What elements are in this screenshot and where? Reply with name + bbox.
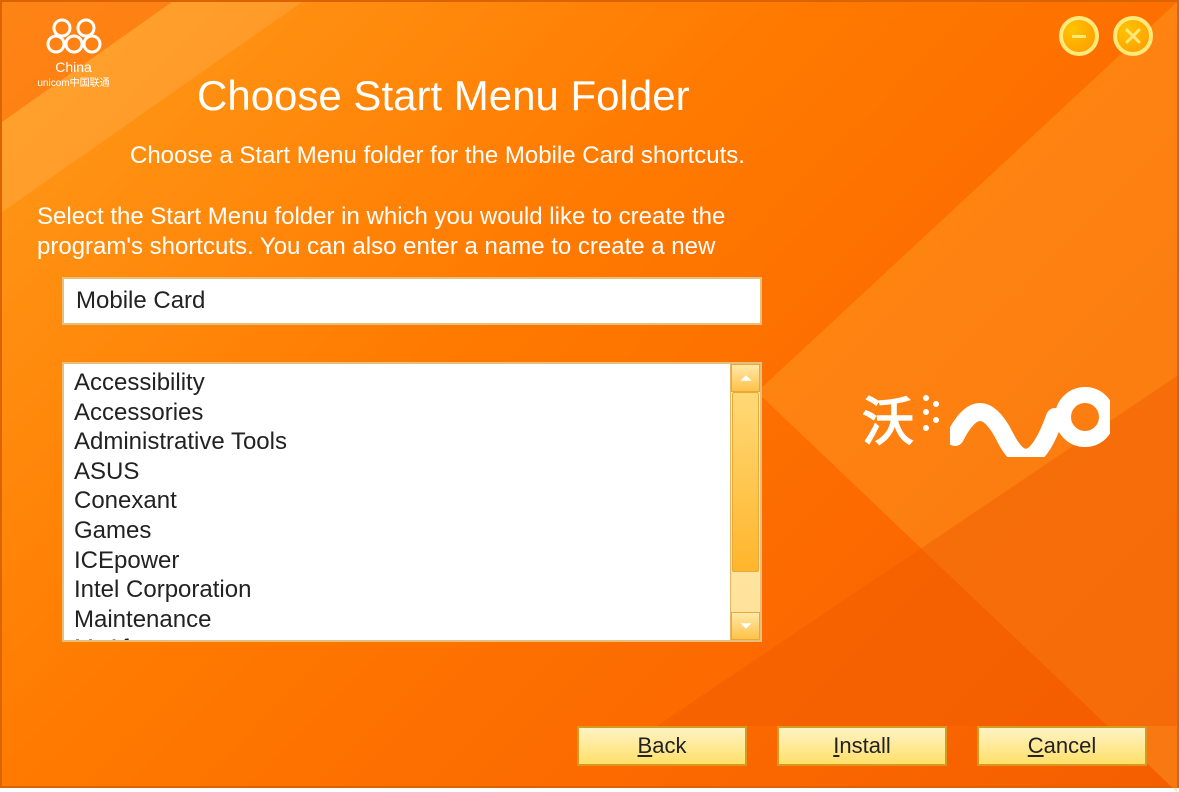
page-subtitle: Choose a Start Menu folder for the Mobil…	[130, 142, 745, 170]
list-item[interactable]: Administrative Tools	[72, 427, 722, 457]
page-title: Choose Start Menu Folder	[197, 72, 690, 120]
folder-list-inner[interactable]: AccessibilityAccessoriesAdministrative T…	[64, 364, 730, 640]
cancel-button[interactable]: Cancel	[977, 726, 1147, 766]
page-instruction: Select the Start Menu folder in which yo…	[37, 202, 737, 262]
installer-window: China unicom中国联通 Choose Start Menu Folde…	[0, 0, 1179, 788]
brand-logo: China unicom中国联通	[16, 14, 131, 89]
wo-logo: 沃	[862, 357, 1122, 477]
close-icon	[1123, 26, 1143, 46]
scroll-track[interactable]	[731, 392, 760, 612]
scrollbar	[730, 364, 760, 640]
wo-dots-icon	[920, 390, 942, 444]
back-button[interactable]: Back	[577, 726, 747, 766]
list-item[interactable]: Accessibility	[72, 368, 722, 398]
wo-character: 沃	[862, 380, 912, 455]
list-item[interactable]: ASUS	[72, 457, 722, 487]
scroll-down-button[interactable]	[731, 612, 760, 640]
folder-name-input[interactable]	[62, 277, 762, 325]
chevron-down-icon	[739, 619, 753, 633]
folder-list: AccessibilityAccessoriesAdministrative T…	[62, 362, 762, 642]
chevron-up-icon	[739, 371, 753, 385]
list-item[interactable]: Maintenance	[72, 605, 722, 635]
scroll-up-button[interactable]	[731, 364, 760, 392]
list-item[interactable]: ICEpower	[72, 546, 722, 576]
close-button[interactable]	[1113, 16, 1153, 56]
cancel-label: ancel	[1044, 733, 1097, 758]
back-label: ack	[652, 733, 686, 758]
install-label: nstall	[839, 733, 890, 758]
window-controls	[1059, 16, 1153, 56]
list-item[interactable]: Conexant	[72, 486, 722, 516]
wizard-buttons: Back Install Cancel	[577, 726, 1147, 766]
brand-name: China	[16, 60, 131, 74]
list-item[interactable]: Games	[72, 516, 722, 546]
list-item[interactable]: Accessories	[72, 398, 722, 428]
list-item[interactable]: McAfee	[72, 634, 722, 640]
knot-icon	[44, 14, 104, 58]
list-item[interactable]: Intel Corporation	[72, 575, 722, 605]
minimize-icon	[1069, 26, 1089, 46]
wo-swoosh-icon	[950, 377, 1110, 457]
brand-subname: unicom中国联通	[16, 74, 131, 89]
scroll-thumb[interactable]	[732, 392, 759, 572]
minimize-button[interactable]	[1059, 16, 1099, 56]
install-button[interactable]: Install	[777, 726, 947, 766]
